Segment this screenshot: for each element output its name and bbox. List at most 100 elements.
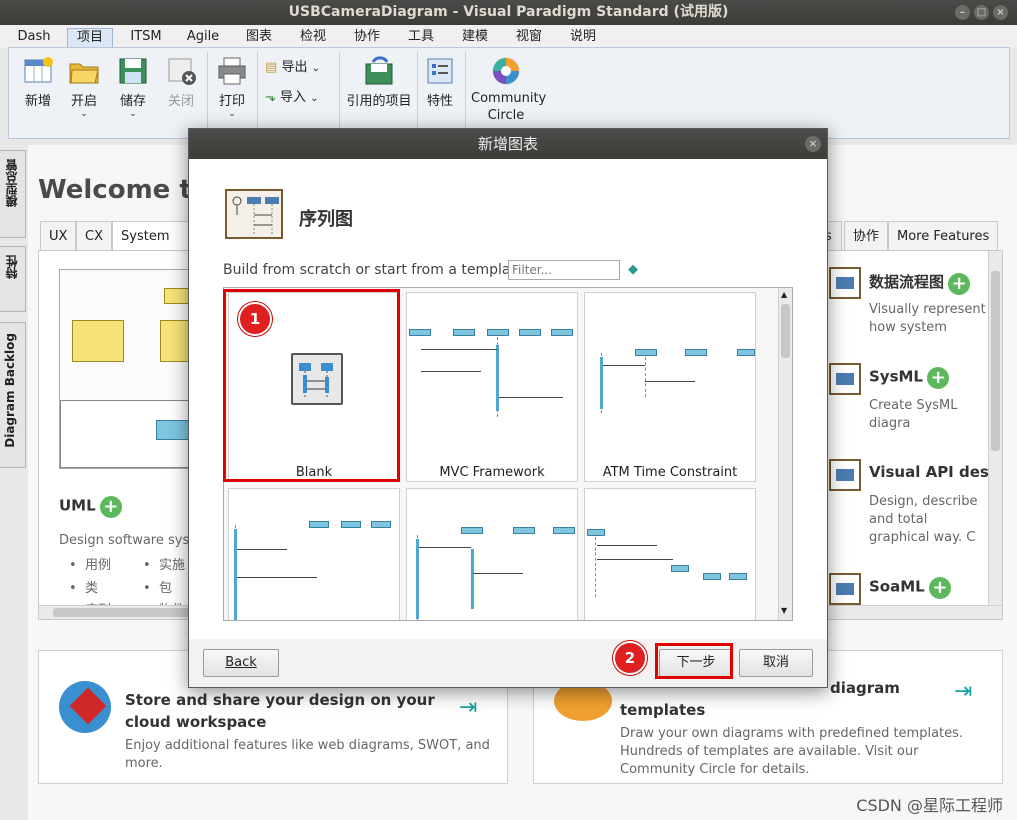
sysml-icon [829,363,861,395]
template-sequence-4[interactable] [228,488,400,620]
ribbon-separator [257,52,258,132]
visual-api-icon [829,459,861,491]
save-project-button[interactable]: 储存 ⌄ [113,56,153,119]
tab-tools[interactable]: 工具 [398,28,444,48]
menu-bar: Dash 项目 ITSM Agile 图表 检视 协作 工具 建模 视窗 说明 [0,25,1017,48]
add-sysml-icon[interactable]: + [927,367,950,389]
tab-itsm[interactable]: ITSM [123,28,169,48]
vertical-scrollbar[interactable] [988,251,1002,605]
ribbon-separator [417,52,418,132]
tab-modeling[interactable]: 建模 [452,28,498,48]
step-1-badge: 1 [238,302,272,336]
cancel-button[interactable]: 取消 [739,649,813,677]
tab-cx[interactable]: CX [76,221,112,251]
tab-more-features[interactable]: More Features [888,221,999,251]
back-button[interactable]: Back [203,649,279,677]
properties-button[interactable]: 特性 [421,56,459,109]
window-title: USBCameraDiagram - Visual Paradigm Stand… [288,4,729,20]
filter-input[interactable] [508,260,620,280]
data-flow-feature[interactable]: 数据流程图 + [869,271,971,295]
sidebar-tab-properties[interactable]: 特性 [0,246,26,312]
tab-system-design[interactable]: System Design [112,221,192,251]
ribbon-separator [339,52,340,132]
save-icon [117,56,149,86]
export-button[interactable]: ▤ 导出 ⌄ [265,56,335,75]
diagram-type-label: 序列图 [299,209,353,230]
close-window-icon[interactable]: × [993,5,1008,20]
add-soaml-icon[interactable]: + [928,577,951,599]
open-project-button[interactable]: 开启 ⌄ [65,56,103,119]
add-uml-icon[interactable]: + [99,496,122,518]
printer-icon [216,56,248,86]
templates-description: Draw your own diagrams with predefined t… [620,726,964,777]
enter-icon[interactable]: ⇥ [459,695,477,720]
community-circle-button[interactable]: Community Circle [471,56,546,124]
tab-diagram[interactable]: 图表 [236,28,282,48]
uml-item[interactable]: • 实施 [143,557,185,575]
tab-collab[interactable]: 协作 [344,28,390,48]
referenced-project-button[interactable]: 引用的项目 [343,56,415,109]
enter-icon[interactable]: ⇥ [954,679,972,704]
cloud-workspace-icon [59,681,111,733]
new-project-button[interactable]: 新增 [19,56,57,109]
tab-help[interactable]: 说明 [560,28,606,48]
highlight-next-button [655,643,733,679]
import-button[interactable]: ⬎ 导入 ⌄ [265,86,335,105]
data-flow-description: Visually represent how system processes … [869,302,986,335]
cloud-workspace-title: Store and share your design on your clou… [125,691,435,731]
sysml-feature[interactable]: SysML + [869,367,950,389]
template-sequence-5[interactable] [406,488,578,620]
step-2-badge: 2 [613,641,647,675]
uml-feature[interactable]: UML + [59,496,209,518]
community-circle-icon [490,56,522,86]
new-project-icon [22,56,54,86]
data-flow-diagram-icon [829,267,861,299]
dialog-title: 新增图表 [189,129,827,159]
add-data-flow-icon[interactable]: + [948,272,971,295]
visual-api-description: Design, describe and total graphical way… [869,494,978,545]
print-button[interactable]: 打印 ⌄ [213,56,251,119]
uml-preview-image [59,269,196,469]
template-mvc-framework[interactable]: MVC Framework [406,292,578,482]
close-project-icon [165,56,197,86]
tab-view[interactable]: 检视 [290,28,336,48]
save-dropdown-icon[interactable]: ⌄ [113,109,153,119]
tab-window[interactable]: 视窗 [506,28,552,48]
visual-api-feature[interactable]: Visual API design [869,463,989,481]
template-sequence-6[interactable] [584,488,756,620]
clear-filter-icon[interactable]: ◆ [622,260,644,280]
uml-description: Design software system [59,533,199,548]
tab-collaboration[interactable]: 协作 [844,221,889,251]
print-dropdown-icon[interactable]: ⌄ [213,109,251,119]
window-title-bar: USBCameraDiagram - Visual Paradigm Stand… [0,0,1017,25]
uml-item[interactable]: • 用例 [69,557,111,575]
sidebar-tab-diagram-backlog[interactable]: Diagram Backlog [0,322,26,468]
dialog-close-icon[interactable]: × [805,136,821,152]
ribbon-separator [207,52,208,132]
export-icon: ▤ [265,60,278,75]
uml-item[interactable]: • 包 [143,580,172,598]
sysml-description: Create SysML diagra applications. [869,398,958,431]
open-dropdown-icon[interactable]: ⌄ [65,109,103,119]
close-project-button[interactable]: 关闭 [161,56,201,109]
template-grid-scrollbar[interactable]: ▲ ▼ [778,288,792,620]
tab-dash[interactable]: Dash [12,28,56,48]
properties-icon [424,56,456,86]
tab-ux[interactable]: UX [40,221,77,251]
soaml-feature[interactable]: SoaML + [869,577,951,599]
folder-open-icon [68,56,100,86]
tab-project[interactable]: 项目 [67,28,113,48]
ribbon-toolbar: 新增 开启 ⌄ 储存 ⌄ 关闭 打印 ⌄ ▤ 导出 ⌄ ⬎ 导入 ⌄ 引用的项目… [8,47,1010,139]
cloud-workspace-description: Enjoy additional features like web diagr… [125,738,490,771]
sidebar-tab-model-explorer[interactable]: 模型总管 [0,150,26,238]
uml-item[interactable]: • 类 [69,580,98,598]
tab-agile[interactable]: Agile [180,28,226,48]
import-icon: ⬎ [265,90,276,105]
maximize-icon[interactable]: □ [974,5,989,20]
sequence-diagram-icon [225,189,283,239]
template-atm-time-constraint[interactable]: ATM Time Constraint [584,292,756,482]
referenced-project-icon [363,56,395,86]
template-prompt: Build from scratch or start from a templ… [223,262,525,278]
minimize-icon[interactable]: – [955,5,970,20]
ribbon-separator [465,52,466,132]
